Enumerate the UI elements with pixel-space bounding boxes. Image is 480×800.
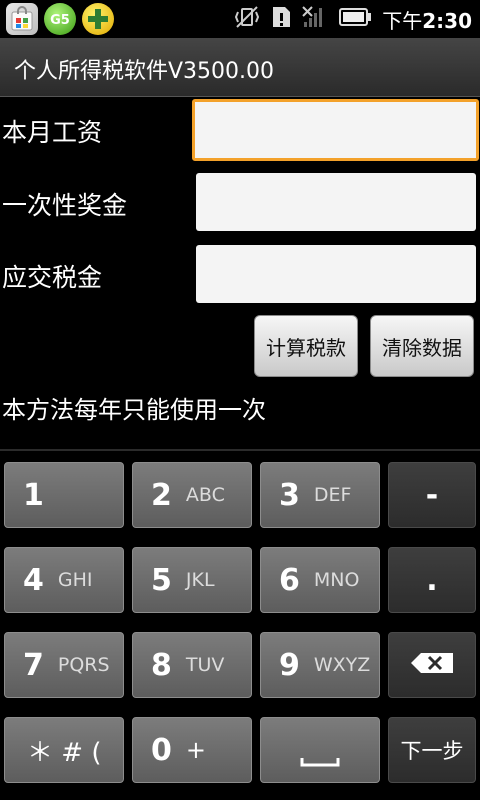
key-0-num: 0 xyxy=(151,732,172,768)
market-bag-icon xyxy=(6,3,38,35)
key-9-letters: WXYZ xyxy=(313,654,371,676)
key-next[interactable]: 下一步 xyxy=(388,717,476,783)
key-0-plus: + xyxy=(185,736,206,764)
calculate-tax-button[interactable]: 计算税款 xyxy=(254,315,358,377)
key-6-num: 6 xyxy=(279,562,300,598)
key-8[interactable]: 8 TUV xyxy=(132,632,252,698)
status-bar: G5 下午2:30 xyxy=(0,0,480,38)
clock: 下午2:30 xyxy=(382,5,472,34)
key-4[interactable]: 4 GHI xyxy=(4,547,124,613)
system-status: 下午2:30 xyxy=(234,0,472,38)
key-3[interactable]: 3 DEF xyxy=(260,462,380,528)
key-7[interactable]: 7 PQRS xyxy=(4,632,124,698)
key-1-num: 1 xyxy=(23,477,44,513)
notification-icons: G5 xyxy=(6,3,114,35)
key-1[interactable]: 1 xyxy=(4,462,124,528)
no-signal-icon xyxy=(302,4,328,34)
key-2-letters: ABC xyxy=(185,484,225,506)
key-backspace[interactable] xyxy=(388,632,476,698)
key-5[interactable]: 5 JKL xyxy=(132,547,252,613)
tax-input[interactable] xyxy=(196,245,476,303)
sd-card-warning-icon xyxy=(270,4,292,34)
battery-icon xyxy=(338,7,372,31)
vibrate-off-icon xyxy=(234,4,260,34)
app-title: 个人所得税软件V3500.00 xyxy=(14,59,275,84)
usage-note: 本方法每年只能使用一次 xyxy=(2,396,266,424)
key-2[interactable]: 2 ABC xyxy=(132,462,252,528)
key-dot-symbol: . xyxy=(426,562,438,598)
key-6[interactable]: 6 MNO xyxy=(260,547,380,613)
key-8-letters: TUV xyxy=(185,654,225,676)
bonus-input[interactable] xyxy=(196,173,476,231)
key-3-letters: DEF xyxy=(313,484,352,506)
key-3-num: 3 xyxy=(279,477,300,513)
key-9-num: 9 xyxy=(279,647,300,683)
key-space[interactable] xyxy=(260,717,380,783)
key-0[interactable]: 0 + xyxy=(132,717,252,783)
key-4-letters: GHI xyxy=(57,569,93,591)
key-5-letters: JKL xyxy=(185,569,215,591)
key-7-num: 7 xyxy=(23,647,44,683)
keyboard-divider xyxy=(0,449,480,451)
space-icon xyxy=(300,728,340,772)
key-8-num: 8 xyxy=(151,647,172,683)
key-next-label: 下一步 xyxy=(400,739,464,763)
key-7-letters: PQRS xyxy=(57,654,110,676)
key-dot[interactable]: . xyxy=(388,547,476,613)
salary-input[interactable] xyxy=(192,99,479,161)
tax-label: 应交税金 xyxy=(2,263,103,292)
clock-prefix: 下午 xyxy=(382,8,423,33)
gs-icon: G5 xyxy=(44,3,76,35)
key-5-num: 5 xyxy=(151,562,172,598)
key-4-num: 4 xyxy=(23,562,44,598)
key-minus-symbol: - xyxy=(425,477,439,513)
title-bar: 个人所得税软件V3500.00 xyxy=(0,38,480,97)
clear-data-button[interactable]: 清除数据 xyxy=(370,315,474,377)
key-symbols[interactable]: ＊ # ( xyxy=(4,717,124,783)
key-2-num: 2 xyxy=(151,477,172,513)
bonus-label: 一次性奖金 xyxy=(2,191,128,220)
backspace-icon xyxy=(409,651,455,679)
plus-icon xyxy=(82,3,114,35)
salary-label: 本月工资 xyxy=(2,118,103,147)
svg-text:G5: G5 xyxy=(50,13,70,28)
clock-time: 2:30 xyxy=(422,8,472,33)
key-symbols-label: ＊ # ( xyxy=(27,737,102,768)
key-9[interactable]: 9 WXYZ xyxy=(260,632,380,698)
key-minus[interactable]: - xyxy=(388,462,476,528)
key-6-letters: MNO xyxy=(313,569,360,591)
